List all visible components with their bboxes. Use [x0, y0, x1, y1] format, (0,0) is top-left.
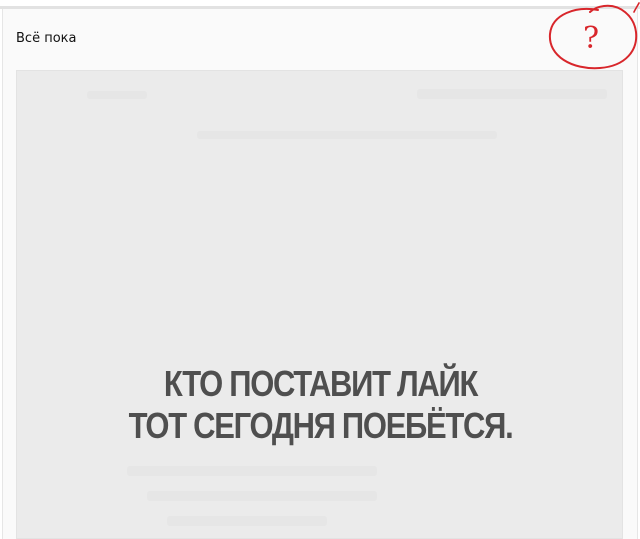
faded-text — [167, 516, 327, 526]
image-caption-line-2: ТОТ СЕГОДНЯ ПОЕБЁТСЯ. — [128, 405, 514, 446]
faded-text — [87, 91, 147, 99]
red-circle-question-mark-icon: ? — [548, 2, 640, 70]
image-caption-line-1: КТО ПОСТАВИТ ЛАЙК — [163, 363, 478, 404]
faded-text — [127, 466, 377, 476]
page: Всё пока ? КТО ПОСТАВИТ ЛАЙК ТОТ СЕГОДНЯ… — [0, 0, 640, 539]
post-title: Всё пока — [16, 31, 77, 46]
faded-text — [417, 89, 607, 99]
faded-text — [147, 491, 377, 501]
post-image[interactable]: КТО ПОСТАВИТ ЛАЙК ТОТ СЕГОДНЯ ПОЕБЁТСЯ. — [16, 70, 623, 539]
faded-text — [197, 131, 497, 139]
image-caption: КТО ПОСТАВИТ ЛАЙК ТОТ СЕГОДНЯ ПОЕБЁТСЯ. — [59, 363, 581, 447]
annotation-mark: ? — [583, 21, 599, 56]
